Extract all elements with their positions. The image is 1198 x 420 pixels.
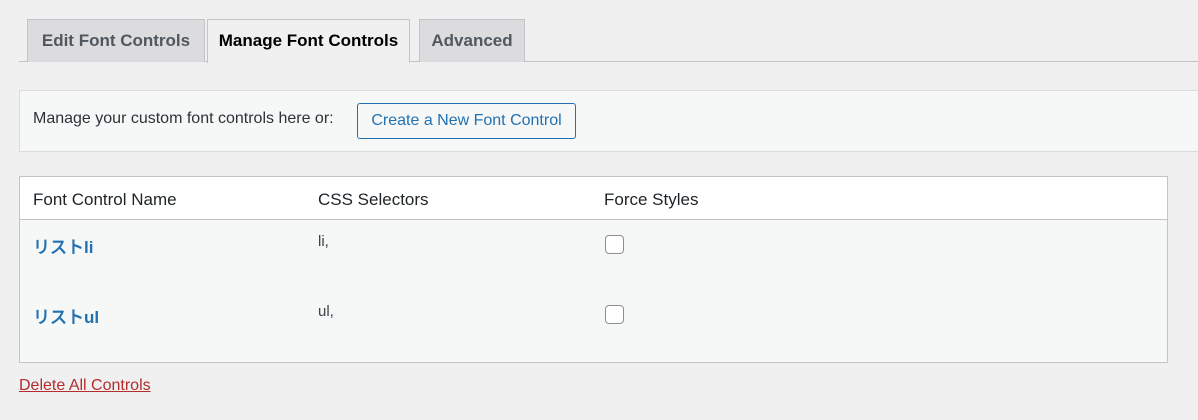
- font-control-name-link[interactable]: リストul: [33, 303, 99, 328]
- tab-bar: Edit Font Controls Manage Font Controls …: [19, 0, 1198, 63]
- delete-all-controls-link[interactable]: Delete All Controls: [19, 377, 151, 395]
- notice-text: Manage your custom font controls here or…: [33, 110, 334, 127]
- css-selectors-value: ul,: [318, 303, 334, 320]
- css-selectors-value: li,: [318, 233, 329, 250]
- force-styles-checkbox[interactable]: [605, 235, 624, 254]
- column-header-selectors: CSS Selectors: [318, 190, 429, 209]
- tab-manage-font-controls[interactable]: Manage Font Controls: [207, 19, 410, 63]
- column-header-force-styles: Force Styles: [604, 190, 699, 209]
- tab-advanced[interactable]: Advanced: [419, 19, 525, 62]
- table-row: リストli li,: [20, 220, 1167, 290]
- column-header-name: Font Control Name: [33, 190, 177, 209]
- force-styles-checkbox[interactable]: [605, 305, 624, 324]
- font-controls-table: Font Control Name CSS Selectors Force St…: [19, 176, 1168, 363]
- tab-edit-font-controls[interactable]: Edit Font Controls: [27, 19, 205, 62]
- font-control-name-link[interactable]: リストli: [33, 233, 93, 258]
- create-new-font-control-button[interactable]: Create a New Font Control: [357, 103, 576, 139]
- table-row: リストul ul,: [20, 290, 1167, 360]
- table-header: Font Control Name CSS Selectors Force St…: [20, 177, 1167, 220]
- manage-notice: Manage your custom font controls here or…: [19, 90, 1198, 152]
